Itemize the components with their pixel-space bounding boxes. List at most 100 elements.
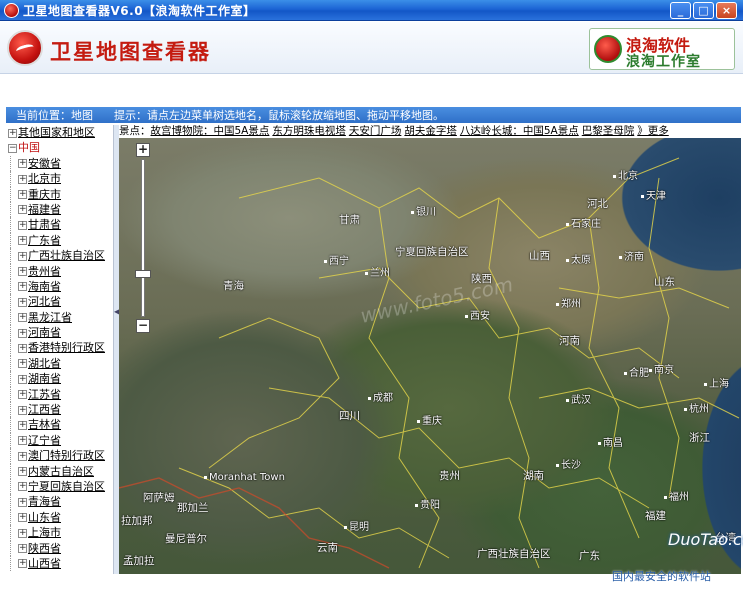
tree-node-province[interactable]: +香港特别行政区 [6, 340, 113, 356]
scenic-spot-link[interactable]: 天安门广场 [349, 125, 402, 137]
minimize-button[interactable]: _ [670, 2, 691, 19]
scenic-spot-link[interactable]: 》更多 [637, 125, 669, 137]
map-place-label: 西安 [465, 307, 490, 322]
scenic-prefix: 景点： [119, 125, 151, 137]
collapse-toggle-icon[interactable]: − [8, 143, 17, 153]
tree-node-province[interactable]: +河北省 [6, 294, 113, 310]
expand-toggle-icon[interactable]: + [18, 159, 27, 169]
tree-node-province[interactable]: +青海省 [6, 494, 113, 510]
window-title: 卫星地图查看器V6.0【浪淘软件工作室】 [23, 3, 256, 18]
scenic-spot-link[interactable]: 故宫博物院：中国5A景点 [151, 125, 270, 137]
expand-toggle-icon[interactable]: + [18, 420, 27, 430]
tree-node-province[interactable]: +安徽省 [6, 155, 113, 172]
expand-toggle-icon[interactable]: + [18, 544, 27, 554]
map-place-label: 浙江 [689, 432, 710, 444]
expand-toggle-icon[interactable]: + [18, 267, 27, 277]
tree-node-province[interactable]: +湖南省 [6, 371, 113, 387]
expand-toggle-icon[interactable]: + [18, 528, 27, 538]
zoom-control: + − [135, 143, 151, 333]
expand-toggle-icon[interactable]: + [18, 374, 27, 384]
expand-toggle-icon[interactable]: + [18, 513, 27, 523]
tree-node-province[interactable]: +福建省 [6, 201, 113, 218]
expand-toggle-icon[interactable]: + [18, 436, 27, 446]
tree-node-province[interactable]: +重庆市 [6, 186, 113, 202]
tree-node-province[interactable]: +广东省 [6, 232, 113, 249]
scenic-spot-link[interactable]: 胡夫金字塔 [404, 125, 457, 137]
map-place-label: 成都 [368, 389, 393, 404]
tree-node-province[interactable]: +湖北省 [6, 355, 113, 372]
tree-node-province[interactable]: +甘肃省 [6, 217, 113, 233]
expand-toggle-icon[interactable]: + [18, 343, 27, 353]
expand-toggle-icon[interactable]: + [18, 174, 27, 184]
tree-node-other-countries[interactable]: +其他国家和地区 [6, 125, 113, 140]
tree-node-province[interactable]: +陕西省 [6, 540, 113, 556]
map-place-label: 武汉 [566, 391, 591, 406]
brand-subtitle: 浪淘工作室 [626, 54, 701, 70]
zoom-out-button[interactable]: − [136, 319, 150, 333]
close-button[interactable]: × [716, 2, 737, 19]
expand-toggle-icon[interactable]: + [18, 220, 27, 230]
maximize-button[interactable]: □ [693, 2, 714, 19]
zoom-slider-track[interactable] [141, 159, 145, 317]
tree-node-province[interactable]: +吉林省 [6, 417, 113, 433]
map-place-label: 杭州 [684, 400, 709, 415]
map-place-label: 青海 [223, 280, 244, 292]
tree-node-province[interactable]: +山西省 [6, 555, 113, 572]
map-place-label: 山东 [654, 276, 675, 288]
tree-node-province[interactable]: +海南省 [6, 278, 113, 295]
current-location: 当前位置：地图 [16, 109, 93, 122]
tree-node-province[interactable]: +澳门特别行政区 [6, 448, 113, 464]
map-place-label: 重庆 [417, 412, 442, 427]
expand-toggle-icon[interactable]: + [18, 313, 27, 323]
tree-node-province[interactable]: +山东省 [6, 509, 113, 526]
tree-node-province[interactable]: +黑龙江省 [6, 309, 113, 326]
expand-toggle-icon[interactable]: + [18, 282, 27, 292]
expand-toggle-icon[interactable]: + [18, 451, 27, 461]
tree-node-province[interactable]: +广西壮族自治区 [6, 248, 113, 264]
app-header: 卫星地图查看器 浪淘软件 浪淘工作室 [0, 22, 743, 74]
tree-node-province[interactable]: +河南省 [6, 325, 113, 341]
expand-toggle-icon[interactable]: + [18, 497, 27, 507]
expand-toggle-icon[interactable]: + [18, 405, 27, 415]
map-place-label: 北京 [613, 167, 638, 182]
map-place-label: 河南 [559, 335, 580, 347]
expand-toggle-icon[interactable]: + [18, 482, 27, 492]
map-place-label: 兰州 [365, 264, 390, 279]
scenic-spot-link[interactable]: 巴黎圣母院 [582, 125, 635, 137]
satellite-map[interactable]: www.foto5.com 甘肃 银川 北京 天津 河北 西宁 宁夏回族自治区 石家庄 青海 兰州… [119, 138, 741, 574]
tree-node-province[interactable]: +贵州省 [6, 263, 113, 279]
map-place-label: 西宁 [324, 252, 349, 267]
tree-node-province[interactable]: +江苏省 [6, 386, 113, 403]
expand-toggle-icon[interactable]: + [18, 359, 27, 369]
app-icon[interactable] [4, 2, 19, 18]
brand-emblem-icon [594, 35, 622, 63]
map-place-label: 太原 [566, 251, 591, 266]
zoom-slider-thumb[interactable] [135, 270, 151, 279]
map-place-label: 阿萨姆 [143, 492, 175, 504]
expand-toggle-icon[interactable]: + [18, 297, 27, 307]
tree-node-china[interactable]: −中国 [6, 140, 113, 155]
tree-node-province[interactable]: +上海市 [6, 525, 113, 541]
map-place-label: 贵阳 [415, 496, 440, 511]
tree-node-province[interactable]: +北京市 [6, 171, 113, 187]
expand-toggle-icon[interactable]: + [18, 390, 27, 400]
tree-node-province[interactable]: +内蒙古自治区 [6, 463, 113, 479]
tree-node-province[interactable]: +辽宁省 [6, 432, 113, 449]
map-place-label: 福州 [664, 488, 689, 503]
site-watermark: 国内最安全的软件站 [612, 570, 711, 583]
expand-toggle-icon[interactable]: + [18, 559, 27, 569]
expand-toggle-icon[interactable]: + [18, 236, 27, 246]
tree-node-province[interactable]: +宁夏回族自治区 [6, 478, 113, 495]
expand-toggle-icon[interactable]: + [8, 128, 17, 138]
scenic-spot-link[interactable]: 八达岭长城：中国5A景点 [460, 125, 579, 137]
zoom-in-button[interactable]: + [136, 143, 150, 157]
expand-toggle-icon[interactable]: + [18, 190, 27, 200]
scenic-spot-link[interactable]: 东方明珠电视塔 [272, 125, 346, 137]
expand-toggle-icon[interactable]: + [18, 328, 27, 338]
tree-node-province[interactable]: +江西省 [6, 402, 113, 418]
expand-toggle-icon[interactable]: + [18, 205, 27, 215]
map-place-label: 陕西 [471, 273, 492, 285]
expand-toggle-icon[interactable]: + [18, 467, 27, 477]
map-place-label: 山西 [529, 250, 550, 262]
expand-toggle-icon[interactable]: + [18, 251, 27, 261]
